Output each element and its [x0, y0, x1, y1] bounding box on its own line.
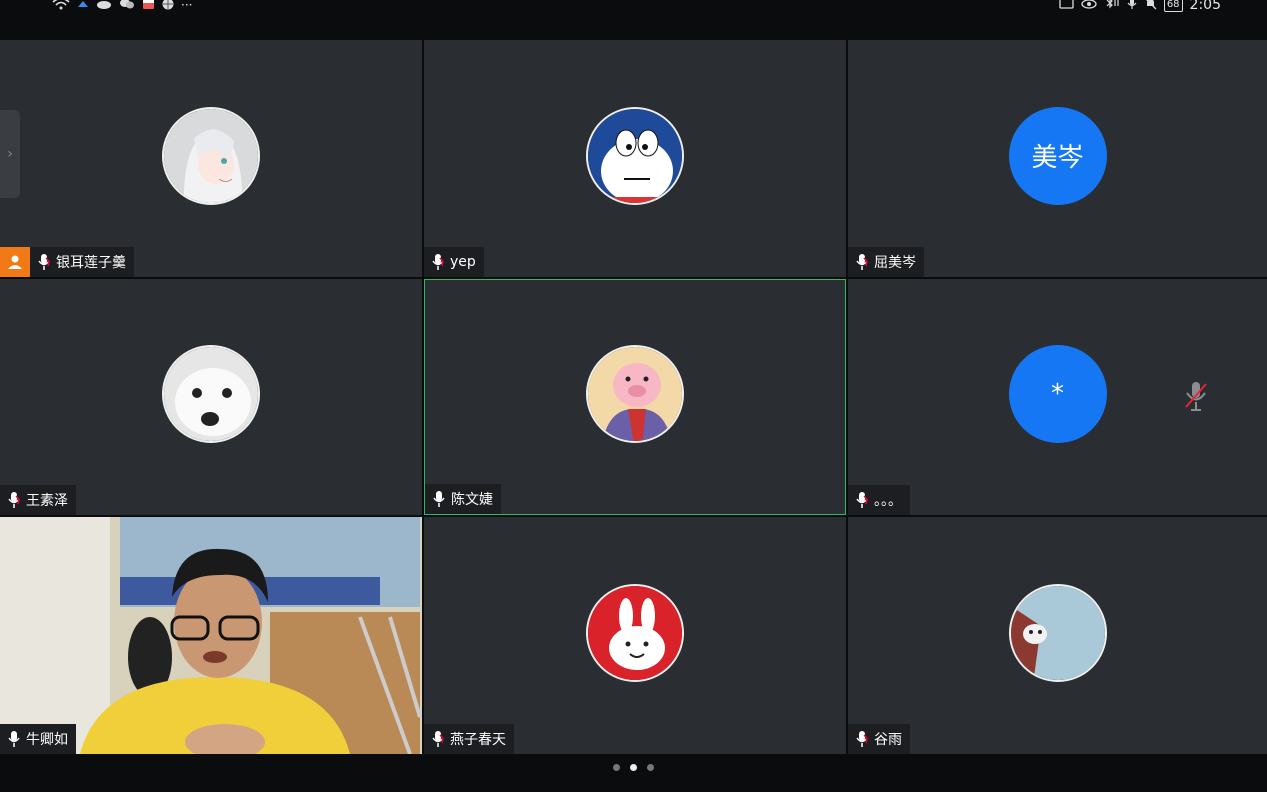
participant-tile[interactable]: 谷雨 — [848, 517, 1267, 754]
side-panel-handle[interactable]: › — [0, 110, 20, 198]
clock: 2:05 — [1189, 0, 1221, 13]
participant-nametag: 陈文婕 — [425, 484, 501, 514]
bluetooth-vibrate-icon — [1104, 0, 1120, 13]
participant-tile[interactable]: 燕子春天 — [424, 517, 846, 754]
eye-icon — [1081, 0, 1097, 13]
initials-avatar: * — [1008, 345, 1107, 443]
participant-tile[interactable]: 美岑 屈美岑 — [848, 40, 1267, 277]
participant-name: 银耳莲子羹 — [56, 255, 126, 271]
page-dot-3[interactable] — [647, 764, 654, 771]
participant-name: 屈美岑 — [874, 255, 916, 271]
more-notifications: ··· — [181, 0, 193, 12]
page-indicator[interactable] — [0, 764, 1267, 771]
microphone-icon — [856, 731, 868, 747]
microphone-icon — [856, 254, 868, 270]
chevron-right-icon: › — [7, 146, 13, 162]
bell-off-icon — [1144, 0, 1157, 14]
microphone-icon — [432, 731, 444, 747]
cloud-icon — [96, 0, 112, 12]
participant-name: 王素泽 — [26, 493, 68, 509]
camera-feed — [0, 517, 422, 754]
participant-tile[interactable]: * 。。。 — [848, 279, 1267, 515]
participant-nametag: 王素泽 — [0, 485, 76, 515]
page-dot-1[interactable] — [613, 764, 620, 771]
doraemon-avatar-icon — [586, 106, 684, 205]
microphone-icon — [8, 492, 20, 508]
participant-name: 。。。 — [874, 493, 902, 509]
participant-nametag: 屈美岑 — [848, 247, 924, 277]
page-dot-2-current[interactable] — [630, 764, 637, 771]
participant-name: yep — [450, 254, 476, 270]
participant-tile[interactable]: › 银耳莲子羹 — [0, 40, 422, 277]
battery-indicator: 68 — [1163, 0, 1183, 12]
wifi-icon — [52, 0, 70, 14]
participant-name: 谷雨 — [874, 732, 902, 748]
host-icon — [0, 247, 30, 277]
participant-tile[interactable]: yep — [424, 40, 846, 277]
microphone-icon — [38, 254, 50, 270]
rabbit-avatar-icon — [586, 583, 684, 682]
microphone-icon — [8, 731, 20, 747]
initials-avatar: 美岑 — [1008, 106, 1107, 205]
cloud-app-icon — [77, 0, 89, 12]
participant-nametag: 燕子春天 — [424, 724, 514, 754]
video-grid: › 银耳莲子羹 yep 美岑 屈美岑 王素泽 陈文婕 * 。。。 牛卿如 燕子春… — [0, 40, 1267, 754]
status-bar: ··· 68 2:05 — [0, 0, 1267, 40]
participant-tile[interactable]: 王素泽 — [0, 279, 422, 515]
muted-microphone-icon — [1185, 382, 1207, 411]
anime-girl-avatar-icon — [162, 106, 260, 205]
status-icons-left: ··· — [52, 0, 192, 13]
cast-icon — [1059, 0, 1074, 13]
participant-name: 燕子春天 — [450, 732, 506, 748]
wechat-icon — [119, 0, 135, 13]
white-dog-avatar-icon — [162, 345, 260, 443]
microphone-icon — [432, 254, 444, 270]
participant-nametag: 牛卿如 — [0, 724, 76, 754]
participant-nametag: 。。。 — [848, 485, 910, 515]
participant-video-tile[interactable]: 牛卿如 — [0, 517, 422, 754]
piglet-avatar-icon — [586, 345, 684, 443]
participant-name: 陈文婕 — [451, 492, 493, 508]
microphone-icon — [856, 492, 868, 508]
cat-avatar-icon — [1008, 583, 1107, 682]
microphone-icon — [433, 491, 445, 507]
status-icons-right: 68 2:05 — [1059, 0, 1221, 13]
mic-status-icon — [1127, 0, 1137, 14]
ball-app-icon — [162, 0, 174, 13]
participant-name: 牛卿如 — [26, 732, 68, 748]
participant-tile-active-speaker[interactable]: 陈文婕 — [424, 279, 846, 515]
participant-nametag: 谷雨 — [848, 724, 910, 754]
participant-nametag: yep — [424, 247, 484, 277]
participant-nametag: 银耳莲子羹 — [30, 247, 134, 277]
cake-app-icon — [142, 0, 155, 13]
